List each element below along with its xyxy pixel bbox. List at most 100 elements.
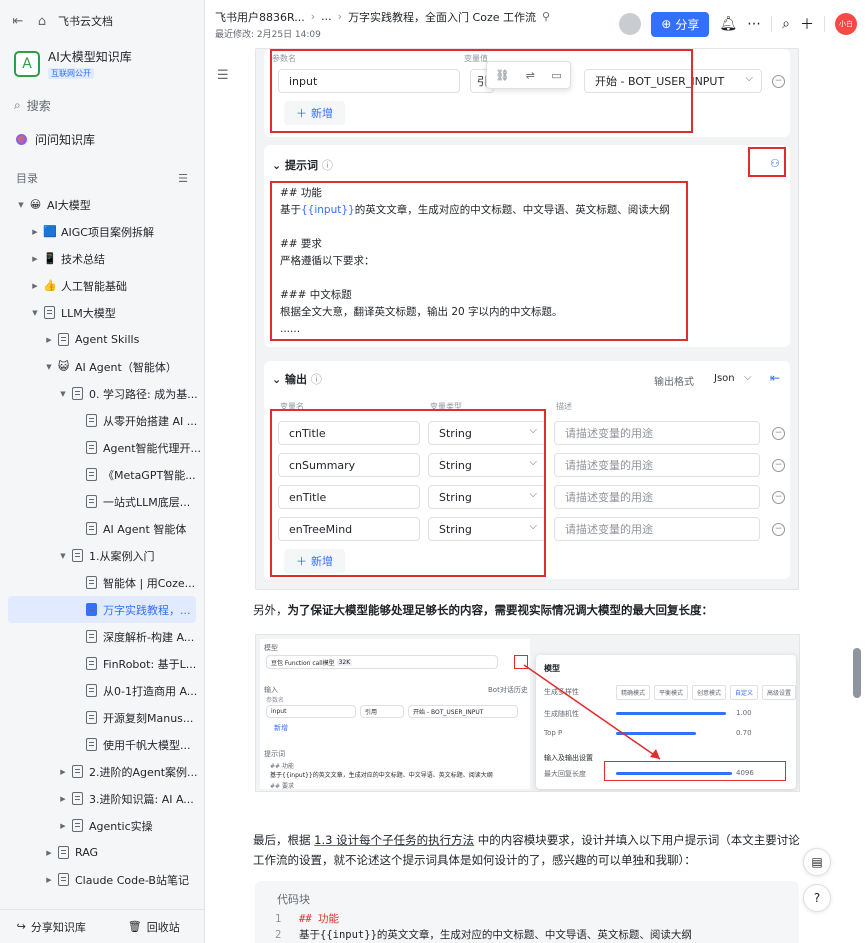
section-link[interactable]: 1.3 设计每个子任务的执行方法 [314, 833, 474, 847]
sidebar-item[interactable]: ▶ Agentic实操 [0, 812, 204, 839]
sidebar-item-label: 万字实践教程，... [103, 603, 191, 617]
search-label: 搜索 [26, 98, 51, 113]
share-kb-button[interactable]: ↪ 分享知识库 [0, 919, 103, 935]
recycle-bin-button[interactable]: 🗑 回收站 [103, 919, 206, 935]
feedback-icon[interactable]: ▤ [803, 848, 831, 876]
sidebar-search[interactable]: ⌕ 搜索 [0, 91, 204, 119]
toc-label: 目录 [16, 172, 38, 185]
sidebar-item-label: AI Agent（智能体） [75, 360, 177, 374]
user-avatar[interactable]: 小白 [835, 13, 857, 35]
caret-right-icon[interactable]: ▶ [58, 822, 68, 830]
sidebar-item[interactable]: ▶ Claude Code-B站笔记 [0, 866, 204, 893]
search-icon[interactable]: ⌕ [782, 16, 790, 32]
document-icon [86, 495, 97, 508]
caret-down-icon[interactable]: ▼ [58, 390, 68, 398]
sidebar-item[interactable]: ▼ 0. 学习路径: 成为基... [0, 380, 204, 407]
prompt-text: ## 功能 基于{{input}}的英文文章，生成对应的中文标题、中文导语、英文标… [280, 185, 685, 338]
para2-before: 最后，根据 [253, 833, 315, 847]
document-icon [86, 711, 97, 724]
more-icon[interactable]: ⋯ [747, 16, 761, 32]
crumb-owner[interactable]: 飞书用户8836R... [215, 9, 305, 25]
crumb-title[interactable]: 万字实践教程，全面入门 Coze 工作流 [348, 9, 536, 25]
help-icon[interactable]: ? [803, 884, 831, 912]
model-settings-screenshot[interactable]: 模型 豆包 Function call模型 32K 输入 Bot对话历史 参数名… [255, 634, 800, 792]
toc-options-icon[interactable]: ☰ [178, 172, 188, 185]
plus-icon[interactable]: ＋ [800, 14, 814, 34]
sidebar-item[interactable]: ▶ 🟦 AIGC项目案例拆解 [0, 218, 204, 245]
caret-down-icon[interactable]: ▼ [58, 552, 68, 560]
caret-right-icon[interactable]: ▶ [44, 876, 54, 884]
sidebar-item-label: AIGC项目案例拆解 [61, 225, 154, 239]
caret-right-icon[interactable]: ▶ [44, 336, 54, 344]
sidebar-item[interactable]: ▶ RAG [0, 839, 204, 866]
sidebar-item-label: 3.进阶知识篇: AI A... [89, 792, 194, 806]
highlight-box [748, 147, 786, 177]
sidebar-item-label: 开源复刻Manus... [103, 711, 194, 725]
document-icon [72, 819, 83, 832]
caret-right-icon[interactable]: ▶ [58, 795, 68, 803]
sidebar-top: ⇤ ⌂ 飞书云文档 [0, 0, 204, 42]
caret-right-icon[interactable]: ▶ [30, 282, 40, 290]
prompt-line: 基于{{input}}的英文文章，生成对应的中文标题、中文导语、英文标题、阅读大… [280, 204, 670, 216]
sidebar-item[interactable]: ▼ 1.从案例入门 [0, 542, 204, 569]
para1-bold: 为了保证大模型能够处理足够长的内容，需要视实际情况调大模型的最大回复长度： [287, 603, 714, 617]
bell-icon[interactable]: 🔔︎ [719, 16, 737, 32]
home-icon[interactable]: ⌂ [34, 13, 50, 29]
globe-icon: ⊕ [661, 17, 672, 31]
app-title[interactable]: 飞书云文档 [58, 13, 113, 29]
sidebar-item[interactable]: ▶ 3.进阶知识篇: AI A... [0, 785, 204, 812]
sidebar-footer: ↪ 分享知识库 🗑 回收站 [0, 909, 205, 943]
sidebar-item[interactable]: 使用千帆大模型... [0, 731, 204, 758]
sidebar-item[interactable]: Agent智能代理开... [0, 434, 204, 461]
sidebar-item[interactable]: 《MetaGPT智能... [0, 461, 204, 488]
collaborator-avatar[interactable] [619, 13, 642, 35]
sidebar-item[interactable]: 开源复刻Manus... [0, 704, 204, 731]
sidebar-item-label: 《MetaGPT智能... [103, 468, 196, 482]
sidebar-item[interactable]: ▶ 👍 人工智能基础 [0, 272, 204, 299]
sidebar-item[interactable]: 从零开始搭建 AI ... [0, 407, 204, 434]
remove-icon: − [772, 491, 785, 504]
sidebar-item[interactable]: 一站式LLM底层... [0, 488, 204, 515]
breadcrumb: 飞书用户8836R... › ... › 万字实践教程，全面入门 Coze 工作… [215, 9, 550, 40]
sidebar-item[interactable]: FinRobot: 基于L... [0, 650, 204, 677]
code-block-header: 代码块 [277, 893, 310, 906]
caret-right-icon[interactable]: ▶ [58, 768, 68, 776]
sidebar-item[interactable]: ▼ 😺 AI Agent（智能体） [0, 353, 204, 380]
sidebar-item[interactable]: ▼ LLM大模型 [0, 299, 204, 326]
sidebar-item-label: Claude Code-B站笔记 [75, 873, 189, 887]
output-title-text: 输出 [285, 373, 308, 386]
sidebar-item[interactable]: 深度解析-构建 A... [0, 623, 204, 650]
crumb-ellipsis[interactable]: ... [321, 10, 332, 23]
collapse-sidebar-icon[interactable]: ⇤ [10, 13, 26, 29]
caret-down-icon[interactable]: ▼ [16, 201, 26, 209]
sidebar-item[interactable]: AI Agent 智能体 [0, 515, 204, 542]
knowledge-base-header[interactable]: A AI大模型知识库 互联网公开 [0, 42, 204, 85]
sidebar-item[interactable]: ▶ Agent Skills [0, 326, 204, 353]
caret-down-icon[interactable]: ▼ [30, 309, 40, 317]
coze-llm-node-screenshot[interactable]: 参数名 变量值 input 引 开始 - BOT_USER_INPUT − ＋新… [255, 48, 799, 590]
pin-icon[interactable]: ⚲ [542, 10, 550, 23]
sidebar-item[interactable]: ▶ 📱 技术总结 [0, 245, 204, 272]
scrollbar[interactable] [853, 648, 861, 698]
document-icon [44, 306, 55, 319]
remove-icon: − [772, 427, 785, 440]
caret-right-icon[interactable]: ▶ [30, 255, 40, 263]
sidebar-item-label: 技术总结 [61, 252, 105, 266]
kb-logo-icon: A [14, 50, 40, 77]
ask-kb-button[interactable]: 问问知识库 [0, 125, 204, 153]
outline-icon[interactable]: ☰ [217, 68, 229, 83]
sidebar-item-label: 0. 学习路径: 成为基... [89, 387, 198, 401]
highlight-box [270, 409, 546, 577]
sidebar-item[interactable]: ▼ 😀 AI大模型 [0, 191, 204, 218]
line-number: 2 [275, 929, 282, 941]
sidebar-item[interactable]: 万字实践教程，... [8, 596, 196, 623]
caret-right-icon[interactable]: ▶ [30, 228, 40, 236]
share-icon: ↪ [16, 920, 26, 933]
sidebar-item[interactable]: 智能体 | 用Coze... [0, 569, 204, 596]
caret-down-icon[interactable]: ▼ [44, 363, 54, 371]
sidebar-item[interactable]: 从0-1打造商用 A... [0, 677, 204, 704]
share-button[interactable]: ⊕ 分享 [651, 11, 710, 37]
sidebar-item[interactable]: ▶ 2.进阶的Agent案例... [0, 758, 204, 785]
chevron-right-icon: › [310, 10, 316, 23]
caret-right-icon[interactable]: ▶ [44, 849, 54, 857]
